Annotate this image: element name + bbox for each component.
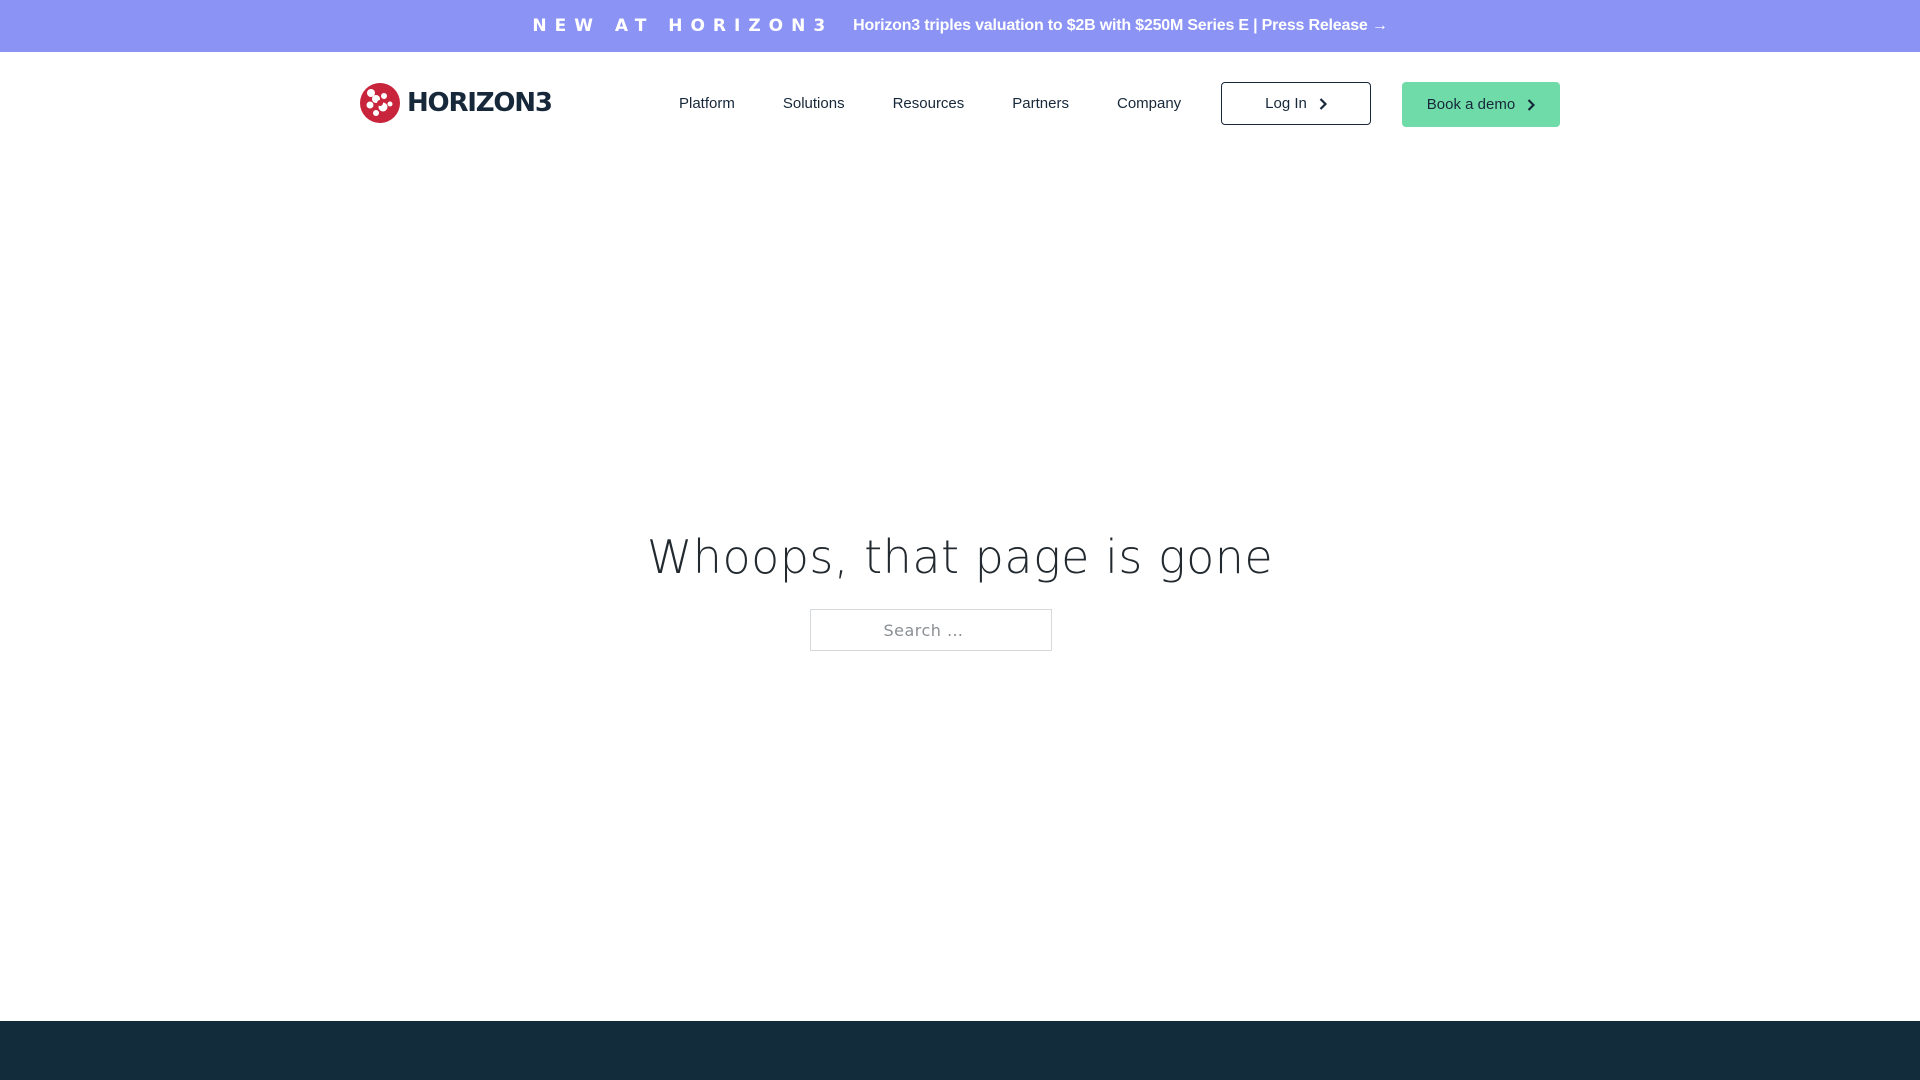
nav-item-resources[interactable]: Resources bbox=[893, 94, 965, 114]
main-nav: Platform Solutions Resources Partners Co… bbox=[679, 94, 1229, 114]
footer-band bbox=[0, 1021, 1920, 1080]
book-demo-button[interactable]: Book a demo bbox=[1402, 82, 1560, 127]
nav-item-platform[interactable]: Platform bbox=[679, 94, 735, 114]
logo-text: HORIZON3 bbox=[407, 88, 553, 118]
search-input[interactable] bbox=[810, 609, 1052, 651]
home-logo-link[interactable]: HORIZON3 bbox=[359, 82, 553, 124]
nav-item-partners[interactable]: Partners bbox=[1012, 94, 1069, 114]
login-button[interactable]: Log In bbox=[1221, 82, 1371, 125]
chevron-right-icon bbox=[1319, 97, 1327, 110]
chevron-right-icon bbox=[1527, 98, 1536, 111]
book-demo-button-label: Book a demo bbox=[1426, 96, 1516, 113]
site-header: HORIZON3 Platform Solutions Resources Pa… bbox=[0, 52, 1920, 154]
login-button-label: Log In bbox=[1265, 95, 1307, 112]
announcement-tag: NEW AT HORIZON3 bbox=[532, 16, 834, 36]
announcement-bar: NEW AT HORIZON3 Horizon3 triples valuati… bbox=[0, 0, 1920, 52]
horizon3-logo-mark-icon bbox=[360, 83, 400, 123]
page-title: Whoops, that page is gone bbox=[646, 530, 1274, 584]
search-form bbox=[810, 609, 1052, 651]
press-release-link[interactable]: Horizon3 triples valuation to $2B with $… bbox=[853, 17, 1388, 35]
nav-item-solutions[interactable]: Solutions bbox=[783, 94, 845, 114]
nav-item-company[interactable]: Company bbox=[1117, 94, 1181, 114]
